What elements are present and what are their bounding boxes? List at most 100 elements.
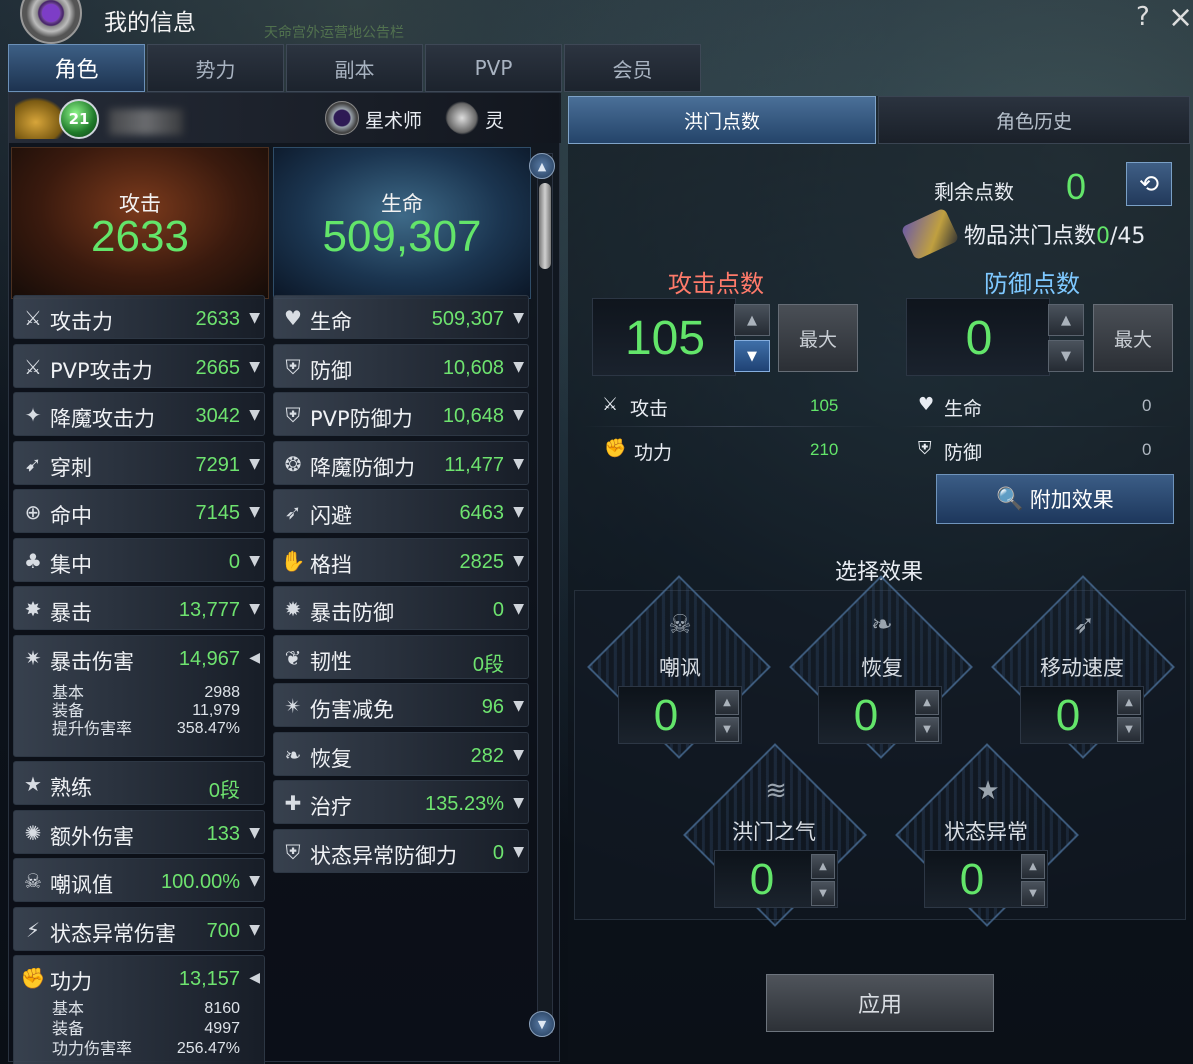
tab-pvp[interactable]: PVP (425, 44, 562, 92)
effect-hongmen-qi-down-button[interactable]: ▼ (811, 881, 835, 906)
status-damage-icon: ⚡ (25, 917, 41, 942)
heal-icon: ✚ (284, 791, 302, 815)
stat-label: 降魔防御力 (310, 455, 415, 480)
stat-label: 伤害减免 (310, 698, 394, 722)
tab-dungeon[interactable]: 副本 (286, 44, 423, 92)
help-button[interactable]: ? (1136, 2, 1150, 32)
detail-value: 358.47% (176, 719, 240, 737)
pvp-attack-icon: ⚔ (24, 354, 42, 379)
tab-hongmen-points[interactable]: 洪门点数 (568, 96, 876, 144)
additional-effects-button[interactable]: 🔍 附加效果 (936, 474, 1174, 524)
scroll-down-button[interactable]: ▼ (529, 1011, 555, 1037)
stat-label: PVP防御力 (310, 407, 413, 431)
stat-row-defense[interactable]: ⛨ 防御 10,608 ▼ (273, 343, 529, 388)
stat-row-focus[interactable]: ♣ 集中 0 ▼ (13, 537, 265, 582)
effect-status-up-button[interactable]: ▲ (1021, 854, 1045, 879)
stat-row-attack[interactable]: ⚔ 攻击力 2633 ▼ (13, 295, 265, 339)
stat-row-damage-reduction[interactable]: ✴ 伤害减免 96 ▼ (273, 683, 529, 727)
tab-character[interactable]: 角色 (8, 44, 145, 92)
item-points-line: 物品洪门点数0/45 (964, 218, 1145, 250)
evade-icon: ➶ (284, 500, 302, 524)
effect-recovery-down-button[interactable]: ▼ (915, 717, 939, 742)
power-icon: ✊ (604, 438, 627, 459)
stat-label: 恢复 (310, 746, 352, 771)
attack-points-down-button[interactable]: ▼ (734, 340, 770, 372)
shield-icon: ⛨ (285, 354, 301, 379)
detail-value: 256.47% (176, 1040, 240, 1057)
effect-hongmen-qi-up-button[interactable]: ▲ (811, 854, 835, 879)
search-icon: 🔍 (996, 486, 1024, 512)
stat-row-critical[interactable]: ✸ 暴击 13,777 ▼ (13, 586, 265, 630)
stat-row-status-damage[interactable]: ⚡ 状态异常伤害 700 ▼ (13, 906, 265, 951)
stat-row-power[interactable]: ✊ 功力 13,157 ◀ 基本 8160 装备 4997 功力伤害率 256.… (13, 955, 265, 1064)
stat-row-extra-damage[interactable]: ✺ 额外伤害 133 ▼ (13, 809, 265, 854)
effect-hongmen-qi-box: 0 ▲ ▼ (714, 850, 838, 908)
stat-row-taunt[interactable]: ☠ 嘲讽值 100.00% ▼ (13, 858, 265, 902)
effect-status-down-button[interactable]: ▼ (1021, 881, 1045, 906)
stat-row-demon-attack[interactable]: ✦ 降魔攻击力 3042 ▼ (13, 392, 265, 436)
stat-row-crit-damage[interactable]: ✷ 暴击伤害 14,967 ◀ 基本 2988 装备 11,979 提升伤害率 … (13, 634, 265, 757)
race-icon (445, 101, 479, 135)
tab-faction[interactable]: 势力 (147, 44, 284, 92)
stat-row-accuracy[interactable]: ⊕ 命中 7145 ▼ (13, 489, 265, 533)
block-icon: ✋ (280, 548, 306, 573)
stat-label: 韧性 (310, 649, 352, 674)
effect-taunt-up-button[interactable]: ▲ (715, 690, 739, 715)
stat-row-pvp-defense[interactable]: ⛨ PVP防御力 10,648 ▼ (273, 392, 529, 436)
stat-row-status-defense[interactable]: ⛨ 状态异常防御力 0 ▼ (273, 828, 529, 873)
scrollbar-thumb[interactable] (539, 183, 551, 269)
stat-row-pvp-attack[interactable]: ⚔ PVP攻击力 2665 ▼ (13, 343, 265, 388)
heart-icon: ♥ (284, 306, 302, 330)
stat-row-hp[interactable]: ♥ 生命 509,307 ▼ (273, 295, 529, 339)
effect-taunt-down-button[interactable]: ▼ (715, 717, 739, 742)
scroll-up-button[interactable]: ▲ (529, 153, 555, 179)
hp-summary-value: 509,307 (322, 212, 482, 261)
defense-points-header: 防御点数 (984, 270, 1080, 298)
heart-icon: ♥ (918, 394, 935, 415)
hp-summary: 生命 509,307 (273, 147, 531, 299)
close-button[interactable]: × (1168, 0, 1193, 35)
defense-stat-value: 0 (1142, 440, 1152, 459)
defense-points-down-button[interactable]: ▼ (1048, 340, 1084, 372)
attack-stat-value: 105 (810, 396, 839, 415)
detail-label: 功力伤害率 (52, 1039, 133, 1058)
tab-character-history[interactable]: 角色历史 (878, 96, 1190, 144)
stat-row-demon-defense[interactable]: ❂ 降魔防御力 11,477 ▼ (273, 440, 529, 485)
stat-row-heal[interactable]: ✚ 治疗 135.23% ▼ (273, 780, 529, 824)
stat-row-evade[interactable]: ➶ 闪避 6463 ▼ (273, 489, 529, 533)
expand-arrow-icon: ▼ (513, 795, 524, 811)
apply-button[interactable]: 应用 (766, 974, 994, 1032)
attack-points-up-button[interactable]: ▲ (734, 304, 770, 336)
class-name: 星术师 (365, 110, 423, 132)
effect-move-speed-down-button[interactable]: ▼ (1117, 717, 1141, 742)
tab-vip[interactable]: 会员 (564, 44, 701, 92)
attack-summary: 攻击 2633 (11, 147, 269, 299)
expand-arrow-icon: ▼ (249, 601, 260, 617)
attack-summary-value: 2633 (91, 212, 189, 261)
defense-stats-column: ♥ 生命 509,307 ▼ ⛨ 防御 10,608 ▼ ⛨ PVP防御力 10,648 ▼ ❂ 降… (273, 295, 529, 877)
stat-row-pierce[interactable]: ➹ 穿刺 7291 ▼ (13, 440, 265, 485)
effect-recovery-up-button[interactable]: ▲ (915, 690, 939, 715)
stat-row-crit-defense[interactable]: ✹ 暴击防御 0 ▼ (273, 586, 529, 630)
stat-label: 状态异常防御力 (310, 843, 457, 868)
stat-row-recovery[interactable]: ❧ 恢复 282 ▼ (273, 731, 529, 776)
detail-label: 装备 (52, 700, 85, 720)
defense-points-up-button[interactable]: ▲ (1048, 304, 1084, 336)
power-stat-value: 210 (810, 440, 839, 459)
stat-row-mastery[interactable]: ★ 熟练 0段 (13, 761, 265, 805)
stat-value: 100.00% (161, 871, 240, 893)
defense-max-button[interactable]: 最大 (1093, 304, 1173, 372)
reset-button[interactable]: ⟲ (1126, 162, 1172, 206)
stat-label: 暴击伤害 (50, 649, 134, 674)
item-points-label: 物品洪门点数 (964, 224, 1097, 249)
scrollbar-track[interactable] (537, 153, 553, 1033)
stat-row-block[interactable]: ✋ 格挡 2825 ▼ (273, 537, 529, 582)
expand-arrow-icon: ▼ (513, 698, 524, 714)
stat-row-toughness[interactable]: ❦ 韧性 0段 (273, 634, 529, 679)
toughness-icon: ❦ (284, 645, 302, 670)
stat-value: 10,608 (442, 356, 504, 379)
attack-max-button[interactable]: 最大 (778, 304, 858, 372)
effect-move-speed-up-button[interactable]: ▲ (1117, 690, 1141, 715)
game-logo-icon (20, 0, 82, 44)
attack-points-box: 105 (592, 298, 736, 376)
